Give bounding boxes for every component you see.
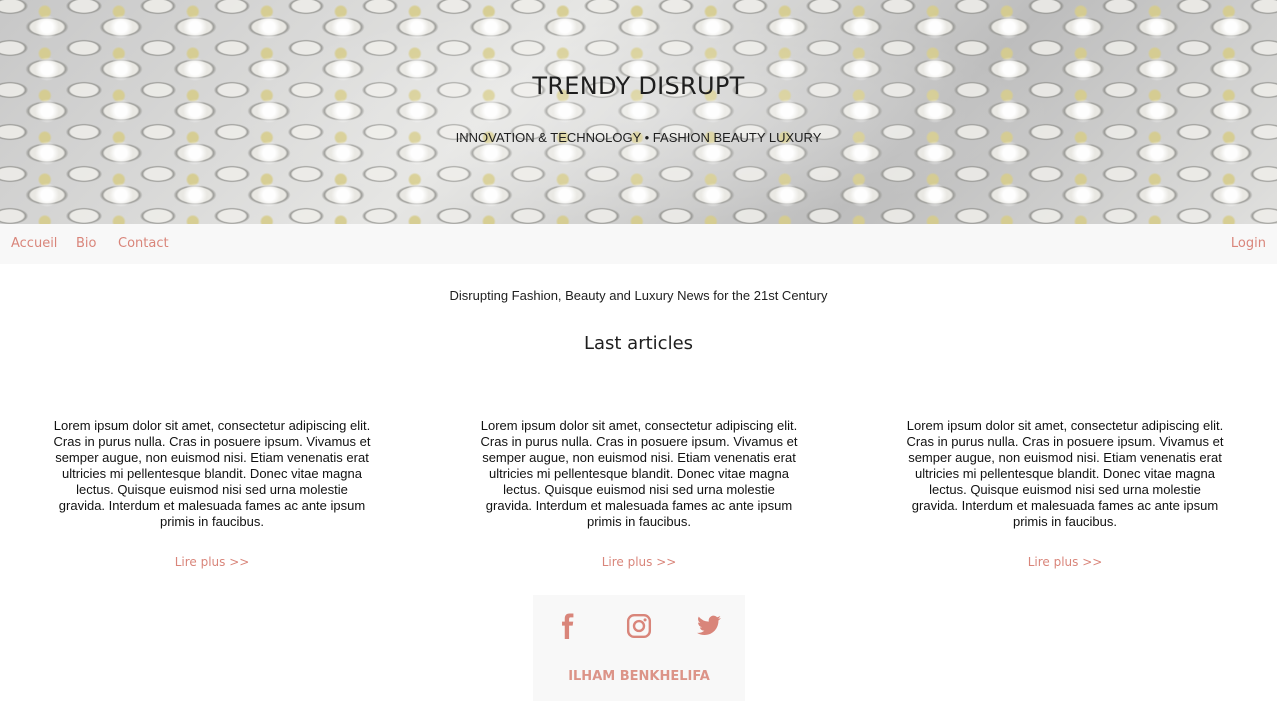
section-title: Last articles [583,333,694,354]
twitter-icon[interactable] [696,613,722,639]
login-link[interactable]: Login [1231,236,1266,251]
site-title: TRENDY DISRUPT [532,72,745,100]
article-excerpt: Lorem ipsum dolor sit amet, consectetur … [480,418,798,529]
article-card: Lorem ipsum dolor sit amet, consectetur … [52,418,372,571]
nav-item-accueil[interactable]: Accueil [11,236,57,251]
nav-item-contact[interactable]: Contact [118,236,169,251]
tagline: Disrupting Fashion, Beauty and Luxury Ne… [449,288,828,303]
hero-banner: TRENDY DISRUPT INNOVATION & TECHNOLOGY •… [0,0,1277,224]
facebook-icon[interactable] [555,613,581,639]
article-excerpt: Lorem ipsum dolor sit amet, consectetur … [906,418,1224,529]
article-card: Lorem ipsum dolor sit amet, consectetur … [479,418,799,571]
instagram-icon[interactable] [626,613,652,639]
article-card: Lorem ipsum dolor sit amet, consectetur … [905,418,1225,571]
article-excerpt: Lorem ipsum dolor sit amet, consectetur … [53,418,371,529]
site-subtitle: INNOVATION & TECHNOLOGY • FASHION BEAUTY… [455,130,822,145]
author-name: ILHAM BENKHELIFA [568,669,710,684]
read-more-link[interactable]: Lire plus >> [1028,555,1103,569]
read-more-link[interactable]: Lire plus >> [175,555,250,569]
footer: ILHAM BENKHELIFA [533,595,745,701]
read-more-link[interactable]: Lire plus >> [602,555,677,569]
nav-item-bio[interactable]: Bio [76,236,96,251]
top-navbar: Accueil Bio Contact Login [0,224,1277,264]
